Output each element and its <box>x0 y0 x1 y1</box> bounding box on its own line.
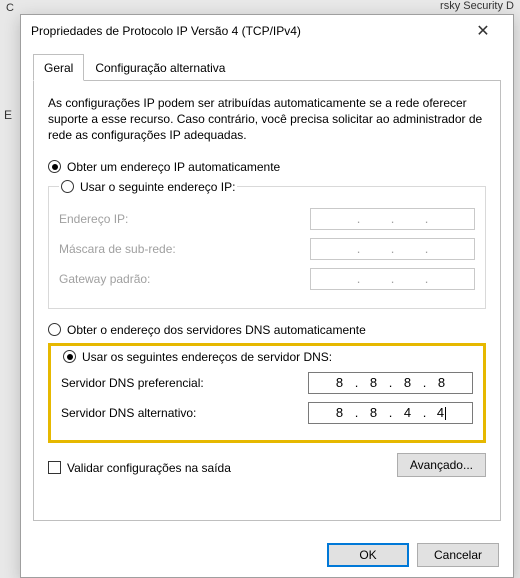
radio-ip-auto-label: Obter um endereço IP automaticamente <box>67 160 280 174</box>
radio-dns-manual-label: Usar os seguintes endereços de servidor … <box>82 350 332 364</box>
cancel-button[interactable]: Cancelar <box>417 543 499 567</box>
radio-dns-auto-label: Obter o endereço dos servidores DNS auto… <box>67 323 366 337</box>
validate-on-exit-checkbox[interactable]: Validar configurações na saída <box>48 461 231 475</box>
validate-on-exit-label: Validar configurações na saída <box>67 461 231 475</box>
radio-ip-manual-label: Usar o seguinte endereço IP: <box>80 180 235 194</box>
checkbox-icon <box>48 461 61 474</box>
dns-preferred-label: Servidor DNS preferencial: <box>61 376 204 390</box>
radio-icon <box>63 350 76 363</box>
titlebar: Propriedades de Protocolo IP Versão 4 (T… <box>21 15 513 47</box>
radio-dns-auto[interactable]: Obter o endereço dos servidores DNS auto… <box>48 323 486 337</box>
advanced-button[interactable]: Avançado... <box>397 453 486 477</box>
dns-preferred-input[interactable]: 8. 8. 8. 8 <box>308 372 473 394</box>
dialog-footer: OK Cancelar <box>327 543 499 567</box>
tab-strip: Geral Configuração alternativa <box>33 53 501 81</box>
close-icon[interactable]: ✕ <box>463 21 503 41</box>
radio-ip-manual[interactable]: Usar o seguinte endereço IP: <box>61 180 235 194</box>
gateway-input: . . . <box>310 268 475 290</box>
ok-button[interactable]: OK <box>327 543 409 567</box>
radio-dns-manual[interactable]: Usar os seguintes endereços de servidor … <box>63 350 332 364</box>
fieldset-manual-ip: Usar o seguinte endereço IP: Endereço IP… <box>48 180 486 309</box>
dns-alternate-label: Servidor DNS alternativo: <box>61 406 196 420</box>
tab-general[interactable]: Geral <box>33 54 84 81</box>
fieldset-manual-dns: Usar os seguintes endereços de servidor … <box>57 350 477 432</box>
ipv4-properties-dialog: Propriedades de Protocolo IP Versão 4 (T… <box>20 14 514 578</box>
dns-alternate-input[interactable]: 8. 8. 4. 4 <box>308 402 473 424</box>
description-text: As configurações IP podem ser atribuídas… <box>48 95 486 144</box>
ip-address-input: . . . <box>310 208 475 230</box>
subnet-mask-input: . . . <box>310 238 475 260</box>
dns-highlight-box: Usar os seguintes endereços de servidor … <box>48 343 486 443</box>
background-fragment-right: rsky Security D <box>440 0 514 12</box>
radio-ip-auto[interactable]: Obter um endereço IP automaticamente <box>48 160 486 174</box>
background-fragment-side: E <box>4 108 12 122</box>
dialog-title: Propriedades de Protocolo IP Versão 4 (T… <box>31 24 463 38</box>
text-caret <box>445 407 446 420</box>
ip-address-label: Endereço IP: <box>59 212 128 226</box>
subnet-mask-label: Máscara de sub-rede: <box>59 242 176 256</box>
radio-icon <box>48 323 61 336</box>
radio-icon <box>48 160 61 173</box>
tab-panel-general: As configurações IP podem ser atribuídas… <box>33 81 501 521</box>
radio-icon <box>61 180 74 193</box>
tab-alternate-config[interactable]: Configuração alternativa <box>84 54 236 81</box>
gateway-label: Gateway padrão: <box>59 272 150 286</box>
